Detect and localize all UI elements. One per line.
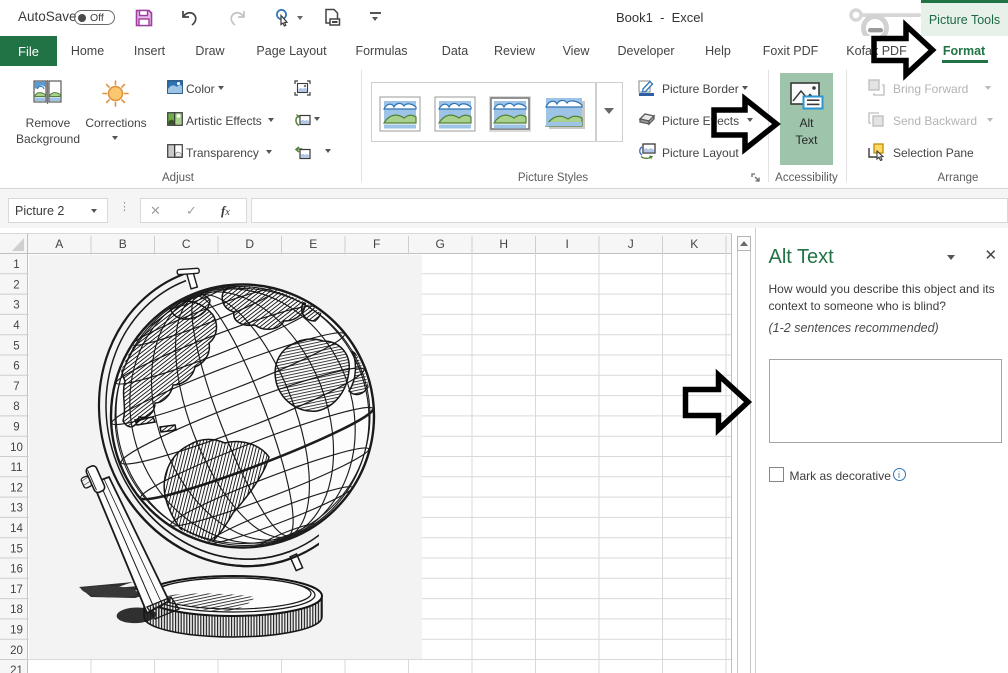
- svg-text:6: 6: [13, 361, 19, 373]
- svg-text:B: B: [119, 237, 127, 251]
- svg-text:F: F: [373, 237, 380, 251]
- svg-text:C: C: [182, 237, 191, 251]
- svg-text:17: 17: [10, 584, 23, 596]
- svg-text:18: 18: [10, 604, 23, 616]
- svg-text:D: D: [245, 237, 254, 251]
- svg-text:2: 2: [13, 279, 19, 291]
- svg-text:1: 1: [13, 259, 19, 271]
- svg-text:K: K: [690, 237, 698, 251]
- svg-text:20: 20: [10, 645, 23, 657]
- svg-text:I: I: [566, 237, 569, 251]
- svg-text:E: E: [309, 237, 317, 251]
- svg-text:12: 12: [10, 482, 23, 494]
- svg-text:4: 4: [13, 320, 20, 332]
- svg-text:19: 19: [10, 625, 23, 637]
- svg-text:14: 14: [10, 523, 23, 535]
- svg-text:H: H: [499, 237, 508, 251]
- svg-text:3: 3: [13, 300, 19, 312]
- svg-text:G: G: [436, 237, 445, 251]
- svg-text:5: 5: [13, 340, 19, 352]
- svg-text:21: 21: [10, 665, 23, 673]
- svg-text:7: 7: [13, 381, 19, 393]
- svg-text:J: J: [628, 237, 634, 251]
- svg-text:A: A: [55, 237, 63, 251]
- svg-text:8: 8: [13, 401, 19, 413]
- svg-text:15: 15: [10, 543, 23, 555]
- svg-text:10: 10: [10, 442, 23, 454]
- svg-text:16: 16: [10, 564, 23, 576]
- svg-text:11: 11: [11, 462, 23, 474]
- svg-text:13: 13: [10, 503, 23, 515]
- svg-text:9: 9: [13, 422, 19, 434]
